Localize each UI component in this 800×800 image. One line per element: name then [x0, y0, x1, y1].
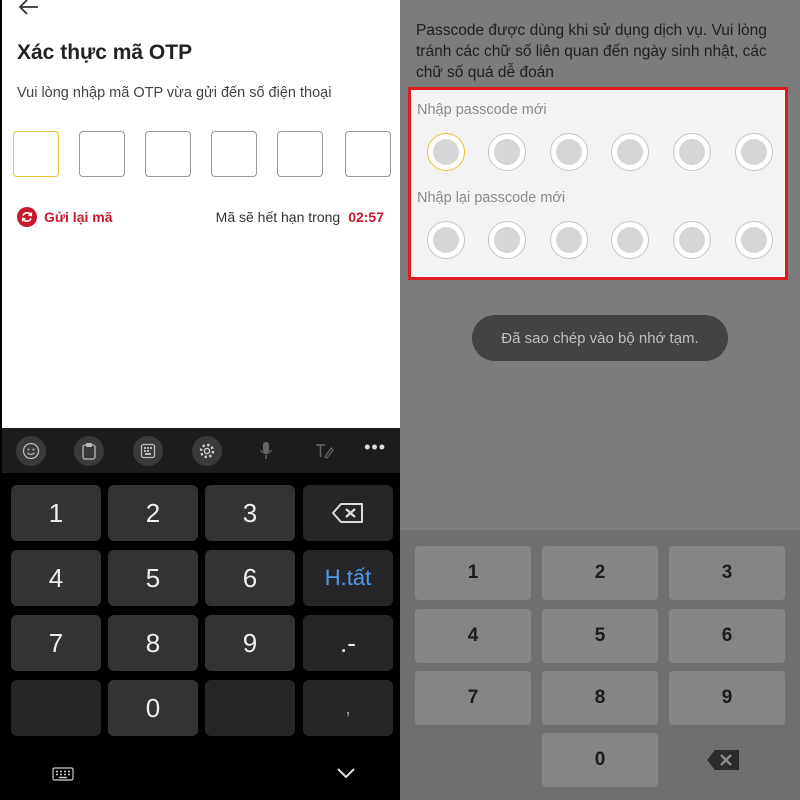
emoji-icon[interactable] — [16, 436, 46, 466]
otp-digit-input-3[interactable] — [145, 131, 191, 177]
key-3[interactable]: 3 — [205, 485, 295, 541]
new-passcode-dot-5[interactable] — [673, 133, 711, 171]
backspace-key[interactable] — [303, 485, 393, 541]
numpad-key-2[interactable]: 2 — [542, 546, 658, 600]
numpad-key-6[interactable]: 6 — [669, 609, 785, 663]
empty-key-left — [11, 680, 101, 736]
otp-digit-input-2[interactable] — [79, 131, 125, 177]
confirm-passcode-dot-6[interactable] — [735, 221, 773, 259]
new-passcode-label: Nhập passcode mới — [417, 102, 547, 118]
comma-key[interactable]: , — [303, 680, 393, 736]
back-arrow-icon[interactable] — [18, 0, 40, 18]
done-key[interactable]: H.tất — [303, 550, 393, 606]
key-7[interactable]: 7 — [11, 615, 101, 671]
numpad-key-5[interactable]: 5 — [542, 609, 658, 663]
new-passcode-dot-3[interactable] — [550, 133, 588, 171]
more-icon[interactable]: ••• — [364, 437, 386, 458]
expire-countdown: Mã sẽ hết hạn trong 02:57 — [216, 209, 384, 225]
numpad-key-7[interactable]: 7 — [415, 671, 531, 725]
otp-digit-input-6[interactable] — [345, 131, 391, 177]
confirm-passcode-dot-5[interactable] — [673, 221, 711, 259]
keyboard-switch-icon[interactable] — [52, 767, 74, 781]
refresh-icon — [17, 207, 37, 227]
new-passcode-dot-6[interactable] — [735, 133, 773, 171]
key-5[interactable]: 5 — [108, 550, 198, 606]
otp-description: Vui lòng nhập mã OTP vừa gửi đến số điện… — [17, 85, 332, 101]
resend-code-button[interactable]: Gửi lại mã — [17, 206, 113, 228]
numpad-delete-icon[interactable] — [706, 749, 740, 771]
expire-time: 02:57 — [348, 209, 384, 225]
numpad-key-4[interactable]: 4 — [415, 609, 531, 663]
page-title: Xác thực mã OTP — [17, 41, 193, 64]
settings-icon[interactable] — [192, 436, 222, 466]
key-2[interactable]: 2 — [108, 485, 198, 541]
numpad-key-3[interactable]: 3 — [669, 546, 785, 600]
copied-toast: Đã sao chép vào bộ nhớ tạm. — [472, 315, 728, 361]
backspace-icon — [332, 503, 363, 523]
key-4[interactable]: 4 — [11, 550, 101, 606]
microphone-icon[interactable] — [251, 436, 281, 466]
numpad-key-1[interactable]: 1 — [415, 546, 531, 600]
expire-label: Mã sẽ hết hạn trong — [215, 209, 341, 225]
key-1[interactable]: 1 — [11, 485, 101, 541]
dot-minus-key[interactable]: .- — [303, 615, 393, 671]
numpad-key-0[interactable]: 0 — [542, 733, 658, 787]
new-passcode-dot-1[interactable] — [427, 133, 465, 171]
new-passcode-dot-2[interactable] — [488, 133, 526, 171]
key-9[interactable]: 9 — [205, 615, 295, 671]
new-passcode-dot-4[interactable] — [611, 133, 649, 171]
passcode-numpad: 1 2 3 4 5 6 7 8 9 0 — [400, 530, 800, 800]
key-0[interactable]: 0 — [108, 680, 198, 736]
empty-key-right — [205, 680, 295, 736]
numpad-key-9[interactable]: 9 — [669, 671, 785, 725]
confirm-passcode-dot-3[interactable] — [550, 221, 588, 259]
clipboard-icon[interactable] — [74, 436, 104, 466]
confirm-passcode-dot-4[interactable] — [611, 221, 649, 259]
confirm-passcode-label: Nhập lại passcode mới — [417, 190, 566, 206]
otp-digit-input-5[interactable] — [277, 131, 323, 177]
resend-label: Gửi lại mã — [44, 209, 113, 225]
handwriting-icon[interactable] — [309, 436, 339, 466]
hide-keyboard-chevron-icon[interactable] — [336, 766, 356, 780]
key-6[interactable]: 6 — [205, 550, 295, 606]
keyboard-toolbar: ••• — [2, 428, 400, 473]
passcode-screen: Passcode được dùng khi sử dụng dịch vụ. … — [400, 0, 800, 800]
otp-screen: Xác thực mã OTP Vui lòng nhập mã OTP vừa… — [0, 0, 400, 800]
passcode-info-text: Passcode được dùng khi sử dụng dịch vụ. … — [416, 22, 767, 81]
key-8[interactable]: 8 — [108, 615, 198, 671]
otp-digit-input-4[interactable] — [211, 131, 257, 177]
otp-digit-input-1[interactable] — [13, 131, 59, 177]
confirm-passcode-dot-2[interactable] — [488, 221, 526, 259]
numeric-keyboard: 1 2 3 4 5 6 H.tất 7 8 9 .- 0 , — [2, 473, 400, 798]
confirm-passcode-dot-1[interactable] — [427, 221, 465, 259]
numpad-key-8[interactable]: 8 — [542, 671, 658, 725]
screenshot-frame: Xác thực mã OTP Vui lòng nhập mã OTP vừa… — [0, 0, 800, 800]
passcode-entry-card: Nhập passcode mới Nhập lại passcode mới — [408, 87, 788, 280]
keyboard-mode-icon[interactable] — [133, 436, 163, 466]
